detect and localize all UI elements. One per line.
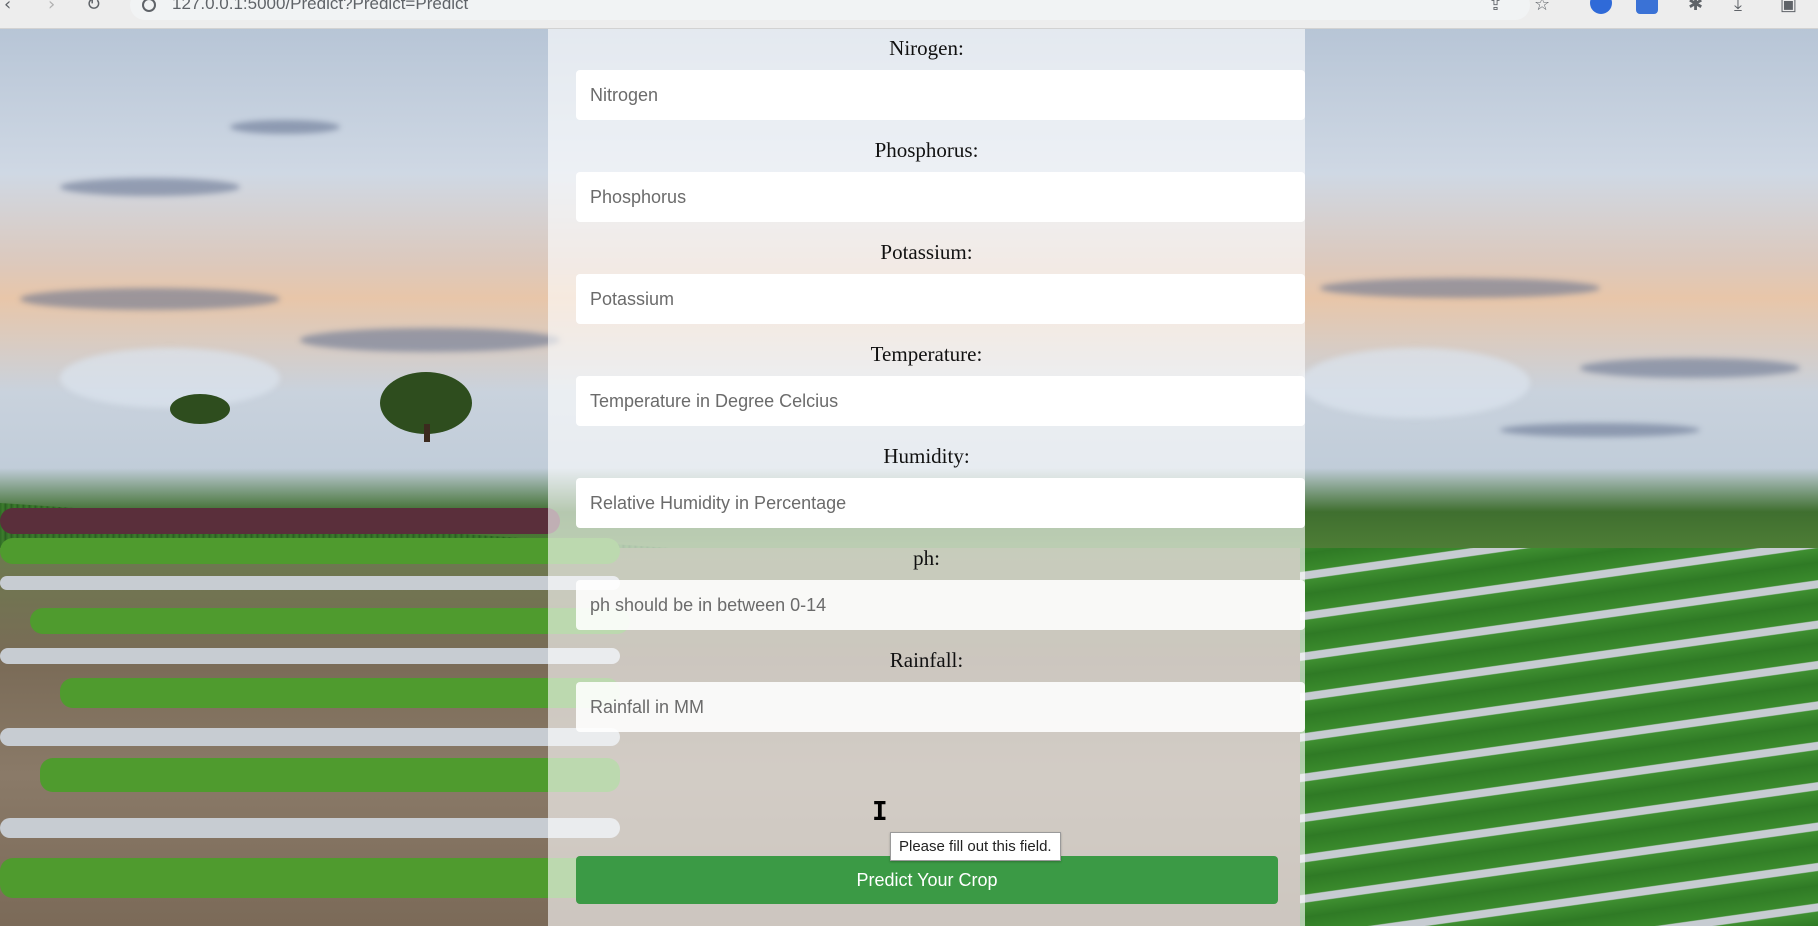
crop-row [0,858,600,898]
cloud [1500,423,1700,437]
text-cursor-icon: I [872,797,888,827]
address-bar[interactable]: 127.0.0.1:5000/Predict?Predict=Predict [130,0,1530,20]
back-arrow-icon[interactable]: ‹ [4,0,11,15]
predict-button[interactable]: Predict Your Crop [576,856,1278,904]
phosphorus-input[interactable] [576,172,1305,222]
ph-label: ph: [913,546,940,570]
crop-row [0,576,620,590]
cloud [300,328,560,352]
cloud [60,348,280,408]
crop-row [0,508,560,534]
potassium-label: Potassium: [880,240,973,264]
star-icon[interactable]: ☆ [1534,0,1550,15]
cloud [230,120,340,134]
tree-trunk [424,424,430,442]
tree [170,394,230,424]
site-info-icon[interactable] [142,0,156,12]
url-text: 127.0.0.1:5000/Predict?Predict=Predict [172,0,469,13]
cloud [1580,358,1800,378]
nitrogen-input[interactable] [576,70,1305,120]
predict-form: Nirogen: Phosphorus: Potassium: Temperat… [548,28,1305,926]
window-icon[interactable]: ▣ [1780,0,1797,15]
crop-row [40,758,620,792]
crop-row [0,818,620,838]
crop-row [0,538,620,564]
nitrogen-label: Nirogen: [889,36,964,60]
forward-arrow-icon[interactable]: › [48,0,55,15]
humidity-label: Humidity: [883,444,970,468]
crop-row [0,728,620,746]
extension-icon[interactable] [1636,0,1658,14]
potassium-input[interactable] [576,274,1305,324]
rainfall-label: Rainfall: [889,648,964,672]
reload-icon[interactable]: ↻ [86,0,101,15]
cloud [1300,348,1530,418]
crop-row [60,678,620,708]
crop-row [0,648,620,664]
crop-row [30,608,630,634]
temperature-input[interactable] [576,376,1305,426]
humidity-input[interactable] [576,478,1305,528]
profile-extension-icon[interactable] [1590,0,1612,14]
cloud [1320,278,1600,298]
download-icon[interactable]: ⤓ [1734,0,1742,15]
ph-input[interactable] [576,580,1305,630]
browser-toolbar: ‹ › ↻ 127.0.0.1:5000/Predict?Predict=Pre… [0,0,1818,29]
share-icon[interactable]: ⇪ [1488,0,1503,15]
rainfall-input[interactable] [576,682,1305,732]
crop-field-right [1300,548,1818,926]
browser-viewport: ‹ › ↻ 127.0.0.1:5000/Predict?Predict=Pre… [0,0,1818,926]
temperature-label: Temperature: [870,342,983,366]
phosphorus-label: Phosphorus: [874,138,979,162]
validation-tooltip: Please fill out this field. [890,832,1061,861]
cloud [20,288,280,310]
cloud [60,178,240,196]
puzzle-icon[interactable]: ✱ [1688,0,1703,15]
